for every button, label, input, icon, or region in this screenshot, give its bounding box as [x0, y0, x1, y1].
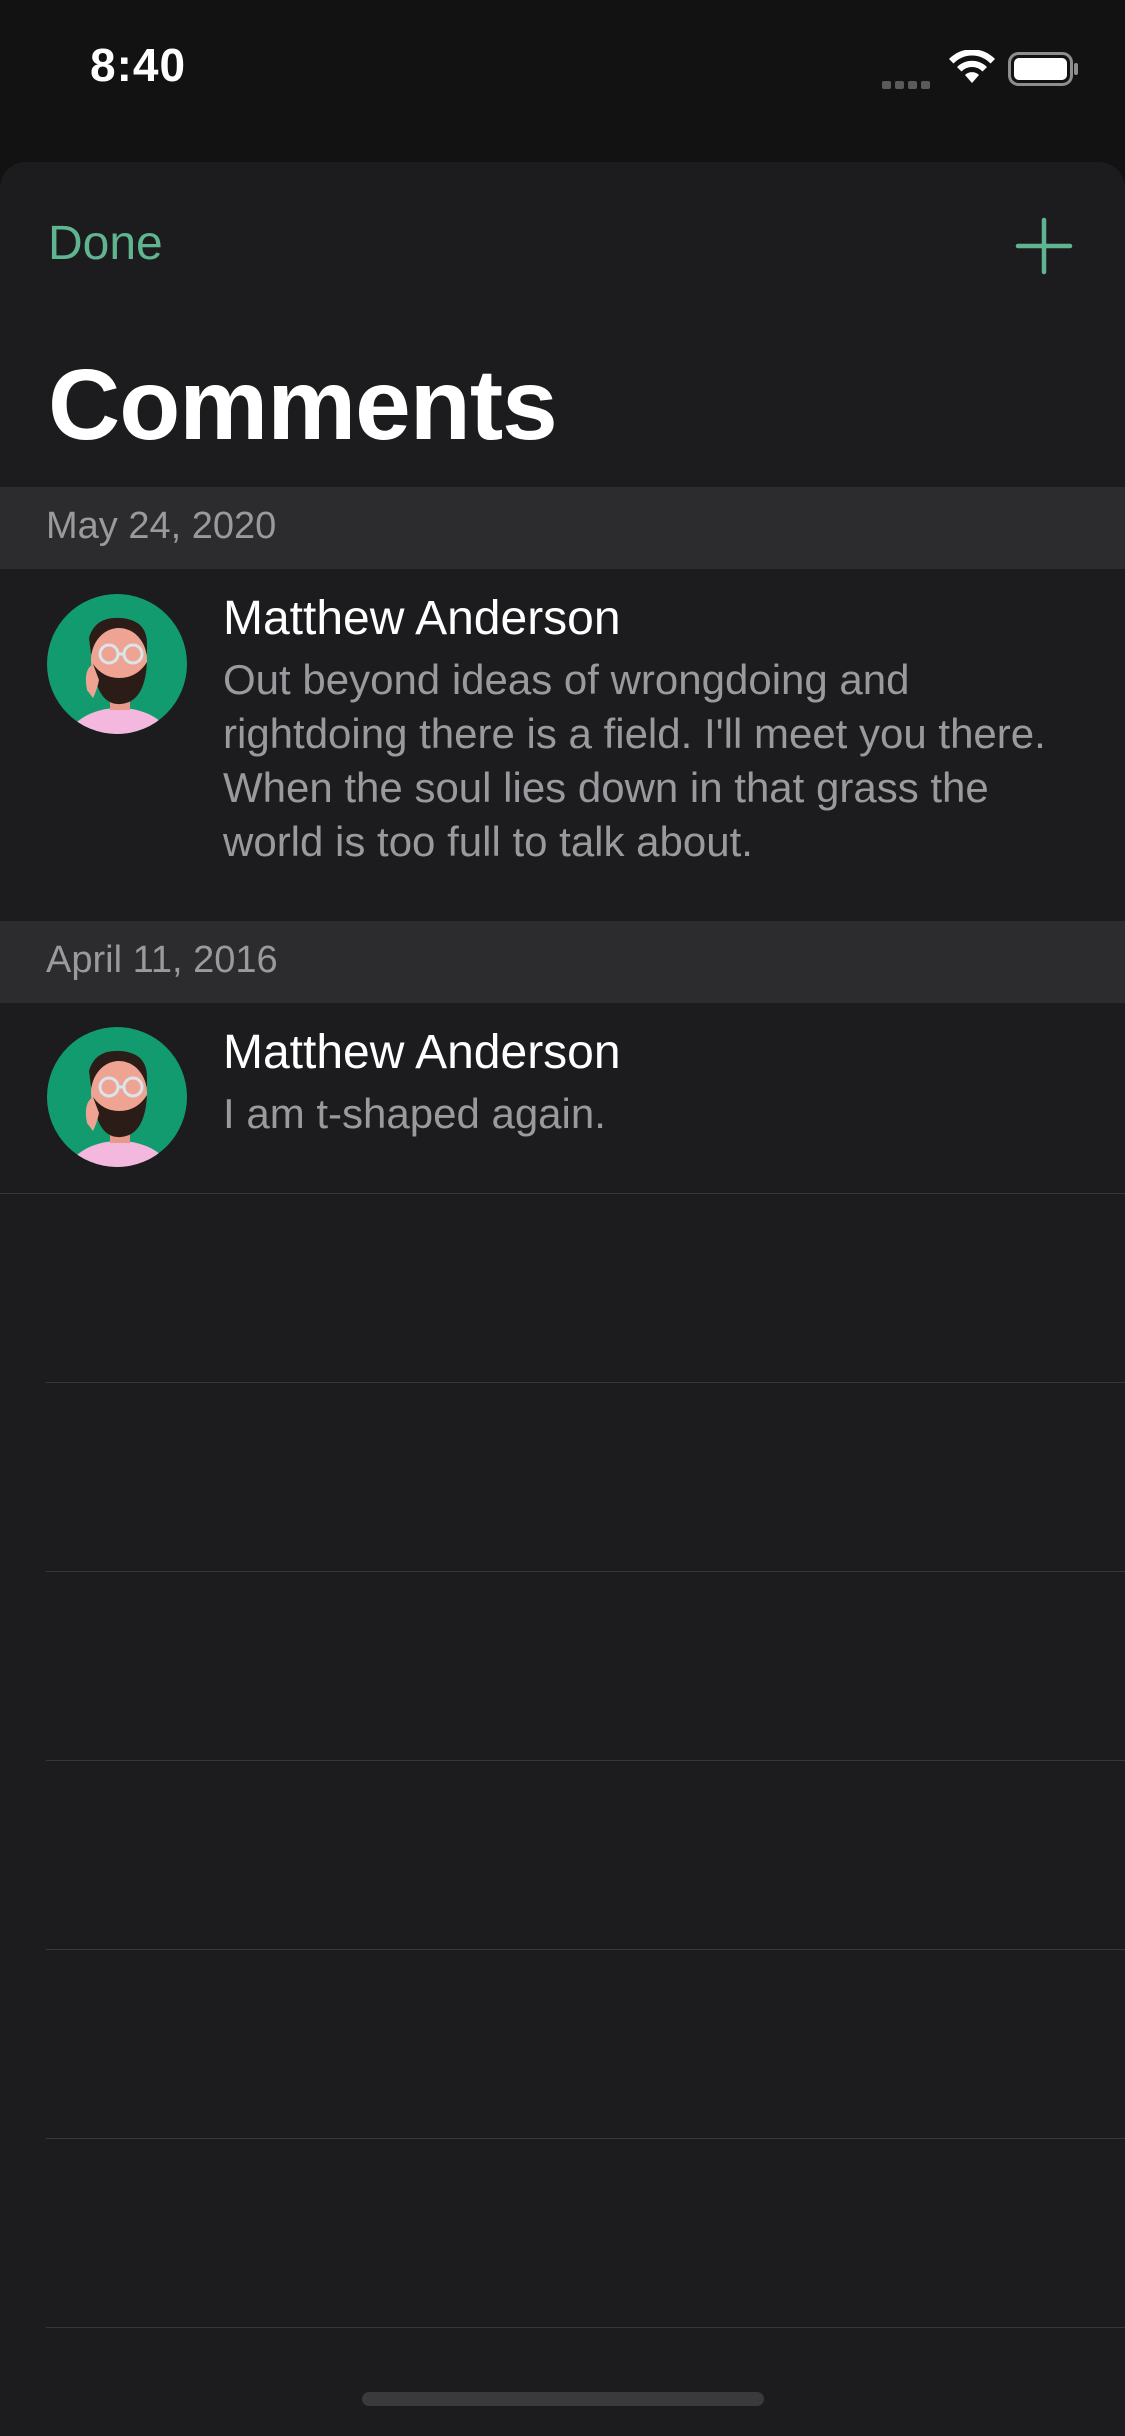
- status-bar: 8:40: [0, 0, 1125, 150]
- row-separator: [46, 1760, 1125, 1761]
- cellular-signal-icon: [882, 76, 934, 89]
- section-header: April 11, 2016: [0, 921, 1125, 1003]
- comment-text: Out beyond ideas of wrongdoing and right…: [223, 656, 1046, 865]
- comment-row[interactable]: Matthew Anderson Out beyond ideas of wro…: [0, 569, 1125, 921]
- section-date: May 24, 2020: [46, 505, 277, 547]
- row-separator: [46, 1949, 1125, 1950]
- page-title: Comments: [48, 349, 558, 461]
- battery-icon: [1008, 52, 1078, 86]
- comments-screen: 8:40 Done Comments May 24, 2020 Matthew …: [0, 0, 1125, 2436]
- row-separator: [46, 1382, 1125, 1383]
- row-separator: [46, 2138, 1125, 2139]
- row-separator: [46, 2327, 1125, 2328]
- row-separator: [46, 1571, 1125, 1572]
- row-separator: [0, 1193, 1125, 1194]
- done-button[interactable]: Done: [48, 216, 163, 271]
- avatar-icon: [47, 594, 187, 734]
- home-indicator[interactable]: [362, 2392, 764, 2406]
- comment-row[interactable]: Matthew Anderson I am t-shaped again.: [0, 1003, 1125, 1193]
- section-date: April 11, 2016: [46, 939, 278, 981]
- comment-author: Matthew Anderson: [223, 1026, 621, 1079]
- plus-icon[interactable]: [1012, 214, 1076, 278]
- comment-author: Matthew Anderson: [223, 592, 621, 645]
- navigation-bar: Done: [0, 162, 1125, 322]
- avatar-icon: [47, 1027, 187, 1167]
- comment-text: I am t-shaped again.: [223, 1090, 606, 1137]
- status-time: 8:40: [90, 39, 187, 91]
- comments-sheet: Done Comments May 24, 2020 Matthew Ander…: [0, 162, 1125, 2436]
- wifi-icon: [949, 50, 995, 83]
- section-header: May 24, 2020: [0, 487, 1125, 569]
